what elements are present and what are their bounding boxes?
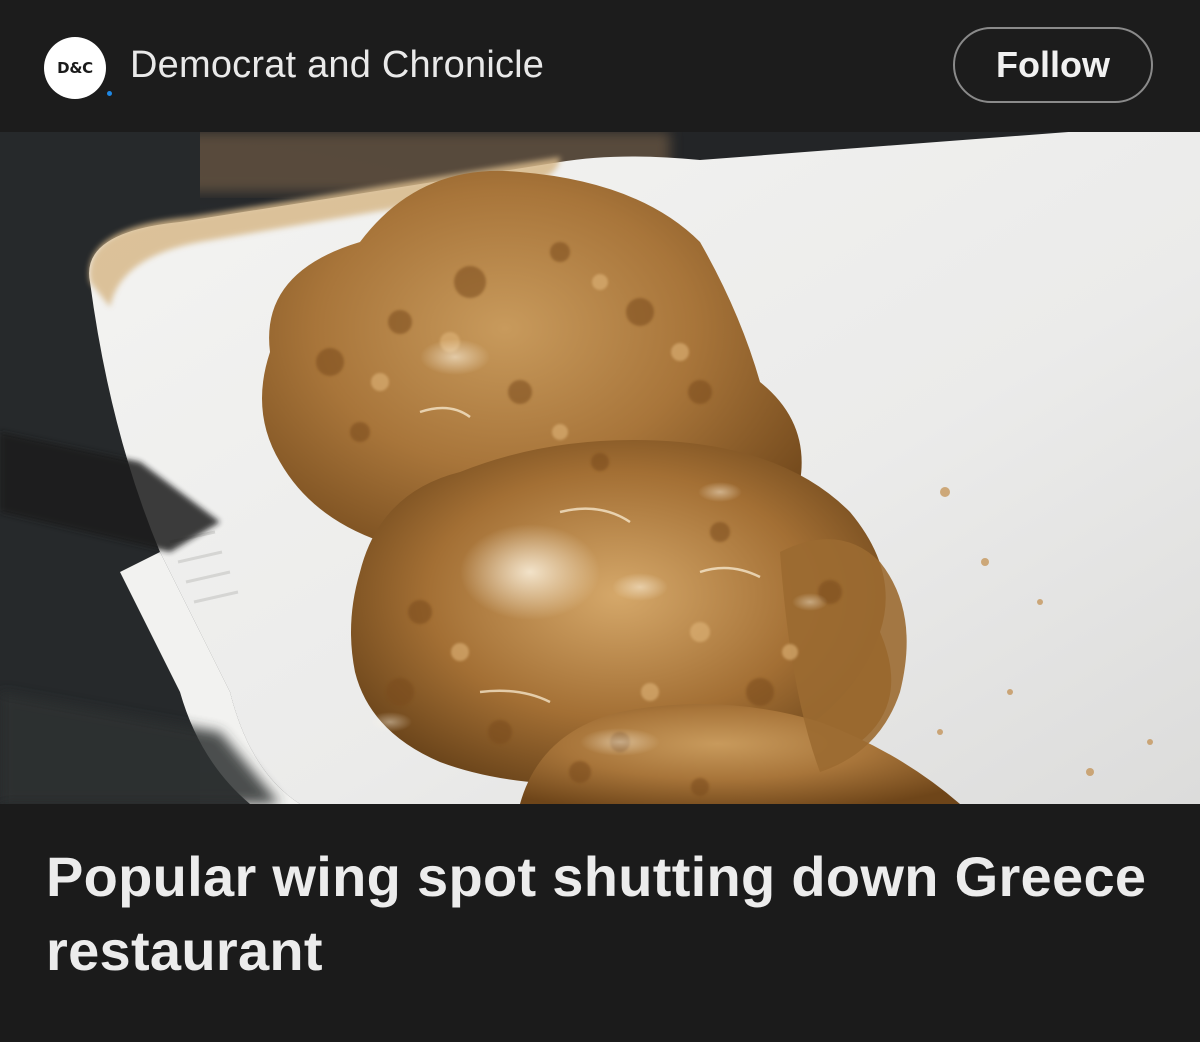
publisher-name[interactable]: Democrat and Chronicle [130, 40, 544, 90]
card-header: D&C Democrat and Chronicle Follow [0, 0, 1200, 132]
article-headline[interactable]: Popular wing spot shutting down Greece r… [46, 840, 1166, 988]
publisher-logo[interactable]: D&C [44, 37, 112, 99]
logo-dot-icon [107, 91, 112, 96]
article-photo[interactable] [0, 132, 1200, 804]
publisher-logo-text: D&C [57, 59, 93, 77]
wings-photo-image [0, 132, 1200, 804]
headline-area[interactable]: Popular wing spot shutting down Greece r… [0, 804, 1200, 1042]
news-card[interactable]: D&C Democrat and Chronicle Follow Popula… [0, 0, 1200, 1042]
follow-button[interactable]: Follow [953, 27, 1153, 103]
